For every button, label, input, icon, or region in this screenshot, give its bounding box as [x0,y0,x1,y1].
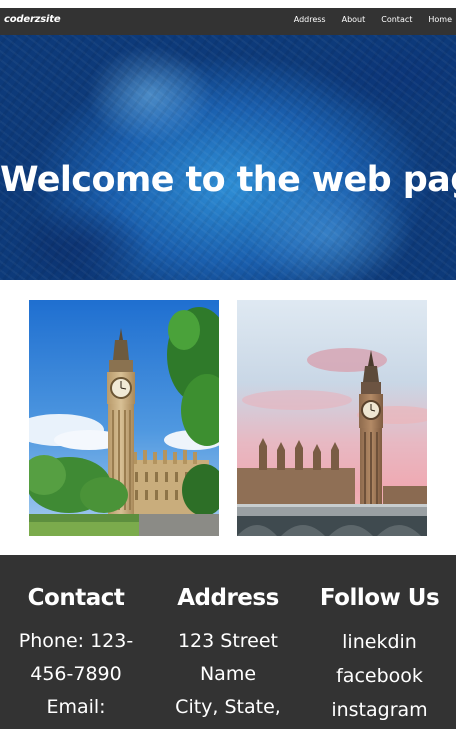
hero-banner: Welcome to the web page [0,35,456,280]
footer-contact-column: Contact Phone: 123- 456-7890 Email: [0,583,152,724]
nav-link-address[interactable]: Address [294,15,326,24]
nav-link-about[interactable]: About [342,15,366,24]
hero-title: Welcome to the web page [0,160,456,201]
footer-contact-line: 456-7890 [30,663,122,685]
footer-contact-heading: Contact [27,585,125,611]
navbar: coderzsite Address About Contact Home [0,8,456,35]
hero-texture [0,35,456,280]
footer: Contact Phone: 123- 456-7890 Email: Addr… [0,555,456,729]
social-link-instagram[interactable]: instagram [303,693,456,727]
footer-contact-line: Phone: 123- [18,630,134,652]
nav-link-contact[interactable]: Contact [381,15,412,24]
footer-contact-line: Email: [46,696,106,718]
nav-links: Address About Contact Home [278,15,452,24]
footer-follow-heading: Follow Us [319,585,440,611]
social-link-linkedin[interactable]: linekdin [303,625,456,659]
footer-address-heading: Address [177,585,279,611]
big-ben-photo-left [29,300,219,536]
footer-address-line: Name [199,663,257,685]
top-strip [0,0,456,8]
footer-address-column: Address 123 Street Name City, State, [152,583,304,724]
nav-link-home[interactable]: Home [428,15,452,24]
footer-address-line: City, State, [175,696,281,718]
footer-address-line: 123 Street [177,630,279,652]
brand-logo[interactable]: coderzsite [4,14,61,25]
footer-follow-column: Follow Us linekdin facebook instagram [303,583,456,727]
big-ben-photo-right [237,300,427,536]
social-link-facebook[interactable]: facebook [303,659,456,693]
